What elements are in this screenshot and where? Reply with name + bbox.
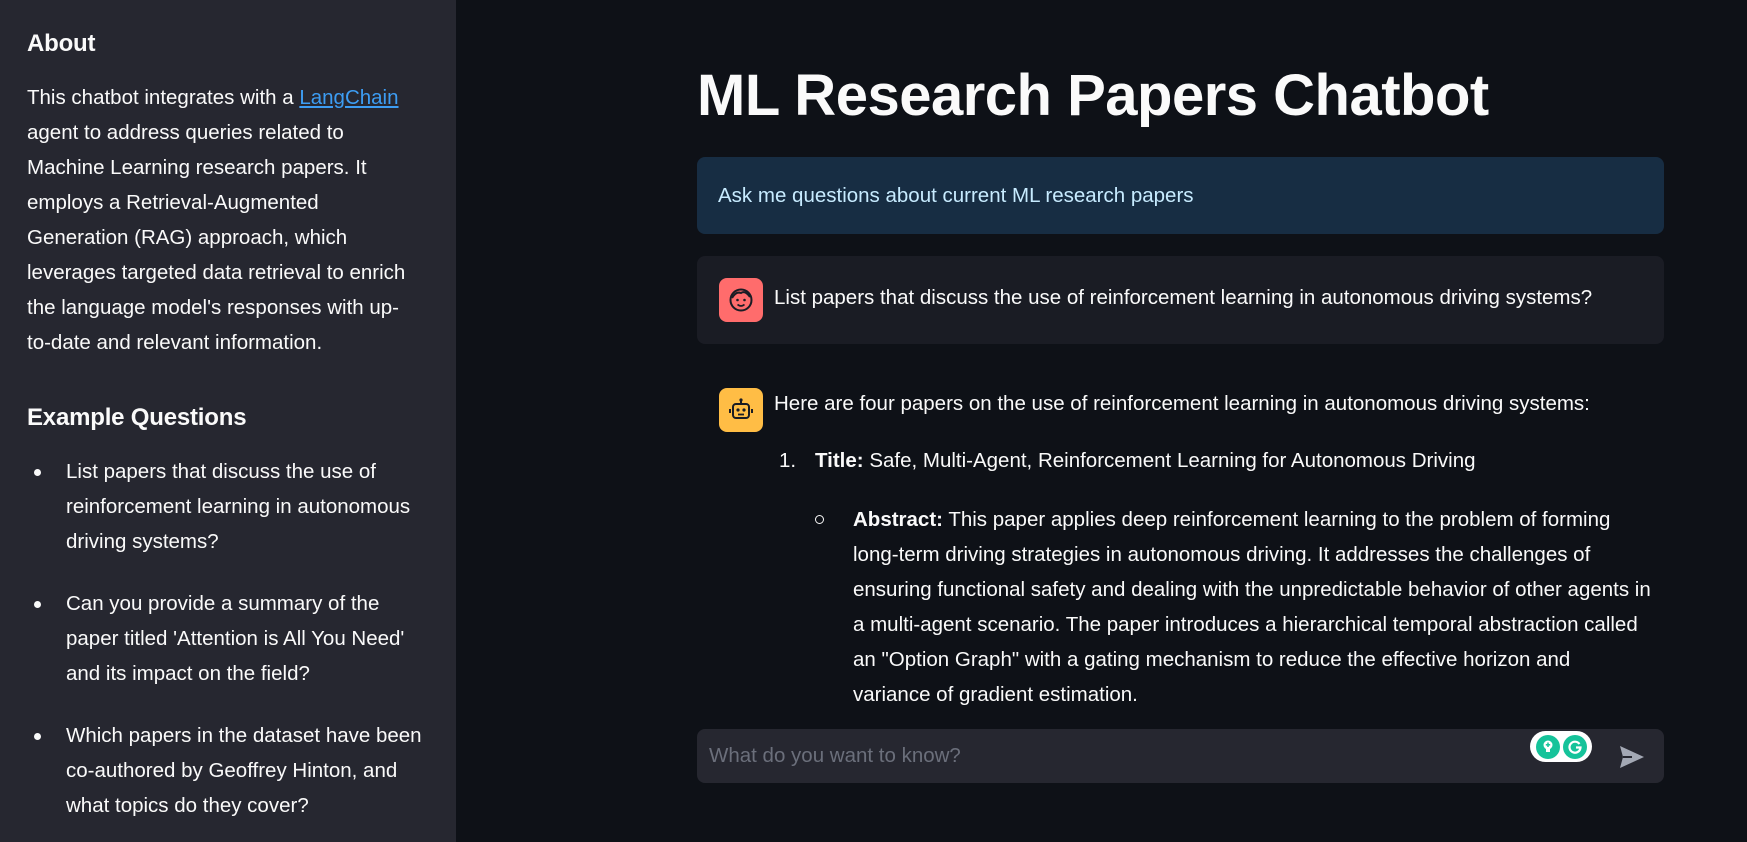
example-question: List papers that discuss the use of rein… [27,454,424,559]
sidebar: About This chatbot integrates with a Lan… [0,0,456,842]
list-number: 1. [779,449,797,472]
about-text-before: This chatbot integrates with a [27,86,300,109]
chat-input[interactable] [697,729,1517,783]
example-question-text: Which papers in the dataset have been co… [66,724,422,817]
send-arrow-icon[interactable] [1618,744,1646,770]
bullet-icon [34,733,41,740]
example-question-text: List papers that discuss the use of rein… [66,460,411,553]
info-banner: Ask me questions about current ML resear… [697,157,1664,234]
example-questions-list: List papers that discuss the use of rein… [27,454,429,823]
paper-abstract: Abstract: This paper applies deep reinfo… [815,502,1653,708]
example-question-text: Can you provide a summary of the paper t… [66,592,405,685]
about-text: This chatbot integrates with a LangChain… [27,80,422,360]
grammarly-icon[interactable] [1562,734,1587,759]
user-message: List papers that discuss the use of rein… [697,256,1664,344]
abstract-label: Abstract: [853,508,943,531]
example-question: Can you provide a summary of the paper t… [27,586,424,691]
bullet-icon [34,601,41,608]
paper-title: Safe, Multi-Agent, Reinforcement Learnin… [869,449,1476,472]
bullet-icon [34,469,41,476]
paper-list-item: 1. Title: Safe, Multi-Agent, Reinforcemen… [779,449,1476,473]
assistant-avatar [719,388,763,432]
circle-bullet-icon [815,515,824,524]
abstract-text: This paper applies deep reinforcement le… [853,508,1651,706]
chat-input-container [697,729,1664,783]
face-icon [729,288,753,312]
example-question: Which papers in the dataset have been co… [27,718,424,823]
user-message-text: List papers that discuss the use of rein… [774,286,1593,309]
main-area: ML Research Papers Chatbot Ask me questi… [456,0,1747,842]
assistant-intro: Here are four papers on the use of reinf… [774,392,1590,415]
about-text-after: agent to address queries related to Mach… [27,121,406,354]
about-heading: About [27,30,96,57]
robot-icon [729,398,753,419]
chat-scroll-area[interactable]: ML Research Papers Chatbot Ask me questi… [456,0,1747,708]
grammarly-bulb-icon[interactable] [1535,734,1560,759]
grammarly-widget[interactable] [1530,731,1592,762]
page-title: ML Research Papers Chatbot [697,63,1489,128]
title-label: Title: [815,449,864,472]
examples-heading: Example Questions [27,404,247,431]
user-avatar [719,278,763,322]
langchain-link[interactable]: LangChain [299,86,398,109]
